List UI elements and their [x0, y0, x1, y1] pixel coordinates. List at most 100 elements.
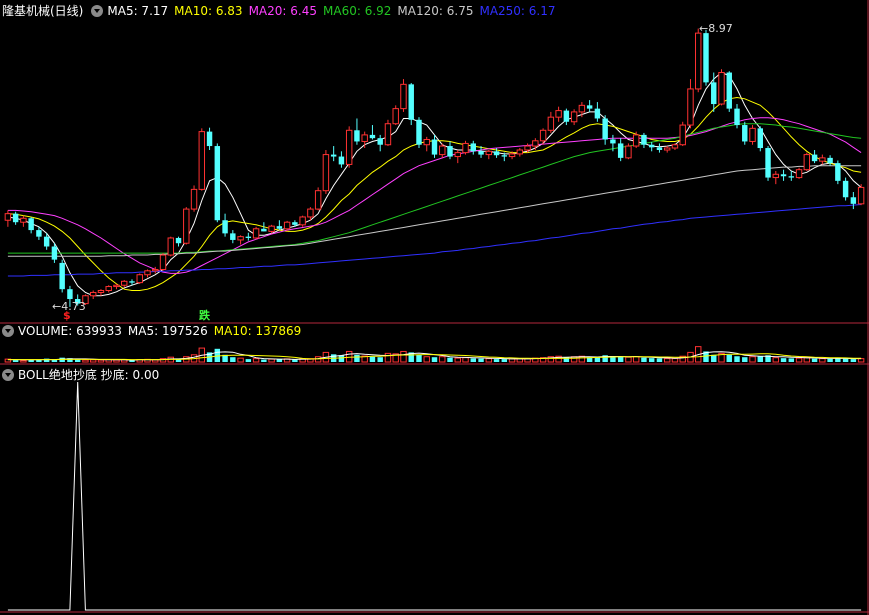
candle	[663, 146, 671, 153]
candle	[811, 149, 818, 164]
candle	[772, 171, 780, 185]
high-price-value: 8.97	[708, 22, 733, 35]
candle	[214, 143, 221, 223]
candle-body	[314, 190, 322, 210]
collapse-toggle-icon[interactable]	[2, 325, 14, 337]
volume-bar	[97, 359, 105, 363]
candle-body	[59, 262, 65, 290]
candle-body	[749, 127, 756, 142]
moving-averages	[7, 71, 862, 297]
stock-title: 隆基机械(日线)	[2, 4, 84, 18]
candle	[338, 151, 345, 168]
candle-body	[470, 143, 476, 152]
volume-bar	[656, 358, 663, 362]
volume-bar	[632, 356, 640, 363]
price-legend-item-0: MA5: 7.17	[107, 4, 169, 18]
volume-legend-item-1: MA5: 197526	[127, 324, 208, 338]
collapse-toggle-icon[interactable]	[2, 369, 14, 381]
high-arrow-icon: ←	[699, 22, 709, 35]
candle	[742, 121, 748, 145]
candle	[28, 216, 34, 234]
candle	[330, 146, 337, 162]
volume-bar	[74, 359, 81, 362]
candle	[416, 117, 422, 149]
candle	[842, 177, 849, 201]
candle	[299, 215, 306, 227]
volume-bar	[470, 358, 476, 362]
candle	[136, 273, 143, 284]
candle-body	[742, 125, 748, 142]
indicator-legend-item-0: BOLL绝地抄底 抄底: 0.00	[18, 368, 160, 382]
candle	[175, 236, 182, 247]
volume-bar	[230, 357, 236, 362]
candle	[857, 184, 865, 206]
candle-body	[850, 197, 857, 204]
candle-body	[67, 289, 73, 300]
candle	[245, 232, 252, 241]
volume-bar	[485, 358, 493, 363]
candle	[570, 109, 578, 126]
volume-bar	[252, 358, 260, 363]
candle-body	[703, 33, 709, 83]
candle-body	[12, 213, 19, 223]
volume-legend-item-2: MA10: 137869	[213, 324, 302, 338]
candle-body	[772, 173, 780, 179]
candle-body	[803, 154, 811, 171]
candle	[648, 142, 655, 152]
volume-bar	[338, 355, 345, 362]
candle	[384, 119, 392, 147]
candle-body	[51, 246, 58, 260]
candle	[718, 69, 725, 106]
buy-signal-marker: $	[63, 309, 71, 322]
candle-body	[354, 130, 360, 142]
candle-body	[230, 233, 236, 240]
kline-chart-window: 隆基机械(日线) MA5: 7.17 MA10: 6.83 MA20: 6.45 MA…	[0, 0, 869, 615]
candle-body	[330, 154, 337, 157]
candle-body	[276, 226, 283, 229]
candle	[757, 126, 763, 152]
candle-body	[400, 83, 407, 110]
volume-bar	[400, 350, 407, 363]
volume-bar	[850, 359, 857, 362]
candle-body	[36, 230, 42, 237]
candle	[322, 149, 330, 194]
candle	[354, 118, 360, 145]
candle	[167, 236, 174, 257]
candle	[439, 143, 446, 158]
volume-bar	[237, 357, 244, 363]
candle-body	[656, 147, 663, 150]
candle-body	[547, 116, 555, 131]
candle-body	[159, 254, 167, 270]
candle-body	[625, 145, 632, 159]
candle-body	[811, 154, 818, 162]
candle-body	[516, 149, 524, 155]
volume-bar	[462, 357, 469, 363]
candle	[835, 160, 841, 185]
candle	[671, 143, 679, 150]
collapse-toggle-icon[interactable]	[91, 5, 104, 17]
candle-body	[214, 146, 221, 221]
candle	[695, 28, 702, 93]
ma10-line	[7, 96, 862, 291]
candle-body	[345, 129, 353, 165]
volume-bar	[447, 357, 453, 362]
candle-body	[454, 152, 461, 158]
candle	[555, 106, 562, 122]
candle-body	[439, 145, 446, 156]
candle-body	[610, 139, 616, 144]
candle-body	[416, 119, 422, 145]
candle-body	[726, 72, 732, 109]
ma5-line	[7, 71, 862, 297]
candle-body	[322, 154, 330, 192]
volume-bar	[772, 357, 780, 363]
candle-body	[198, 131, 206, 190]
candle	[59, 259, 65, 293]
candle-body	[377, 138, 383, 145]
chart-canvas[interactable]	[0, 0, 869, 615]
candle	[687, 79, 694, 129]
volume-bar	[625, 356, 632, 363]
candle-body	[679, 124, 686, 146]
volume-bar	[245, 359, 252, 362]
candle	[563, 108, 570, 126]
candle	[408, 83, 414, 126]
